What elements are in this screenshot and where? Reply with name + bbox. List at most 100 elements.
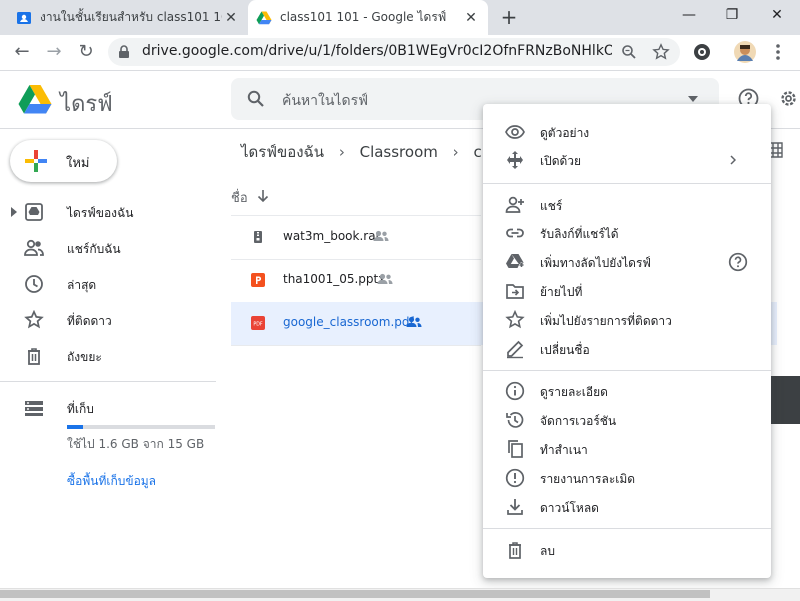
menu-item-label: รายงานการละเมิด	[540, 472, 636, 486]
search-options-caret-icon[interactable]	[688, 96, 698, 102]
menu-divider	[483, 528, 771, 529]
link-icon	[506, 228, 524, 238]
app-name[interactable]: ไดรฟ์	[60, 86, 113, 121]
eye-icon	[505, 125, 525, 139]
menu-item-label: ดูตัวอย่าง	[540, 126, 590, 140]
shared-icon	[24, 239, 44, 256]
maximize-button[interactable]: ❐	[707, 0, 757, 30]
browser-tab-classroom[interactable]: งานในชั้นเรียนสำหรับ class101 101 ✕	[8, 0, 248, 35]
star-icon	[24, 310, 44, 329]
back-button[interactable]: ←	[10, 40, 34, 64]
buy-storage-link[interactable]: ซื้อพื้นที่เก็บข้อมูล	[67, 472, 156, 491]
menu-item-delete[interactable]: ลบ	[483, 536, 771, 564]
search-input[interactable]: ค้นหาในไดรฟ์	[282, 90, 368, 112]
search-icon[interactable]	[247, 90, 265, 108]
menu-item-make-copy[interactable]: ทำสำเนา	[483, 435, 771, 463]
menu-item-report-abuse[interactable]: รายงานการละเมิด	[483, 464, 771, 492]
browser-menu-icon[interactable]	[773, 43, 783, 61]
menu-item-get-link[interactable]: รับลิงก์ที่แชร์ได้	[483, 219, 771, 247]
window-close-button[interactable]: ✕	[752, 0, 800, 30]
plus-icon	[25, 150, 47, 172]
menu-item-details[interactable]: ดูรายละเอียด	[483, 377, 771, 405]
storage-quota-bar	[67, 425, 215, 429]
extension-icon[interactable]	[693, 43, 711, 61]
menu-item-move-to[interactable]: ย้ายไปที่	[483, 277, 771, 305]
tab-close-icon[interactable]: ✕	[222, 10, 240, 26]
star-icon	[505, 310, 525, 329]
pptx-file-icon	[251, 273, 265, 287]
file-name: tha1001_05.pptx	[283, 272, 386, 286]
scrollbar-thumb[interactable]	[0, 590, 710, 598]
sidebar-item-storage[interactable]: ที่เก็บ	[0, 390, 216, 426]
sidebar-item-recent[interactable]: ล่าสุด	[0, 266, 216, 302]
classroom-favicon-icon	[17, 11, 31, 24]
sidebar-item-shared[interactable]: แชร์กับฉัน	[0, 230, 216, 266]
menu-item-open-with[interactable]: เปิดด้วย	[483, 146, 771, 174]
sidebar-item-my-drive[interactable]: ไดรฟ์ของฉัน	[0, 194, 216, 230]
settings-gear-icon[interactable]	[778, 88, 799, 109]
drive-favicon-icon	[256, 11, 272, 24]
menu-item-rename[interactable]: เปลี่ยนชื่อ	[483, 335, 771, 363]
menu-divider	[483, 183, 771, 184]
menu-item-label: เปิดด้วย	[540, 154, 582, 168]
menu-item-download[interactable]: ดาวน์โหลด	[483, 493, 771, 521]
tab-title: งานในชั้นเรียนสำหรับ class101 101	[40, 10, 222, 24]
breadcrumb-classroom[interactable]: Classroom	[360, 143, 438, 161]
pencil-icon	[507, 340, 524, 359]
column-header-name[interactable]: ชื่อ	[231, 187, 248, 208]
shared-people-icon	[373, 230, 389, 241]
report-icon	[505, 468, 525, 488]
file-name: wat3m_book.rar	[283, 229, 381, 243]
file-row[interactable]: tha1001_05.pptx	[231, 259, 481, 303]
breadcrumb-my-drive[interactable]: ไดรฟ์ของฉัน	[241, 143, 324, 161]
storage-label: ที่เก็บ	[67, 402, 94, 416]
profile-avatar[interactable]	[734, 41, 756, 63]
menu-item-label: ทำสำเนา	[540, 443, 588, 457]
bookmark-star-icon[interactable]	[652, 43, 670, 61]
menu-item-add-shortcut[interactable]: เพิ่มทางลัดไปยังไดรฟ์	[483, 248, 771, 276]
tab-title: class101 101 - Google ไดรฟ์	[280, 10, 447, 24]
file-row[interactable]: wat3m_book.rar	[231, 216, 481, 260]
new-button-label: ใหม่	[66, 156, 90, 171]
breadcrumb: ไดรฟ์ของฉัน › Classroom › c	[241, 140, 482, 164]
trash-icon	[509, 542, 521, 559]
file-name: google_classroom.pdf	[283, 315, 414, 329]
pdf-file-icon: PDF	[251, 316, 265, 330]
help-icon[interactable]	[728, 252, 748, 272]
menu-item-label: เพิ่มไปยังรายการที่ติดดาว	[540, 314, 672, 328]
menu-item-label: ลบ	[540, 544, 555, 558]
context-menu: ดูตัวอย่าง เปิดด้วย แชร์ รับลิงก์ที่แชร์…	[483, 104, 771, 578]
browser-tab-drive[interactable]: class101 101 - Google ไดรฟ์ ✕	[248, 0, 488, 35]
url-text[interactable]: drive.google.com/drive/u/1/folders/0B1WE…	[142, 43, 612, 59]
menu-item-add-star[interactable]: เพิ่มไปยังรายการที่ติดดาว	[483, 306, 771, 334]
breadcrumb-current[interactable]: c	[473, 143, 481, 161]
storage-quota-fill	[67, 425, 83, 429]
menu-item-label: เพิ่มทางลัดไปยังไดรฟ์	[540, 256, 651, 270]
menu-item-share[interactable]: แชร์	[483, 191, 771, 219]
menu-item-preview[interactable]: ดูตัวอย่าง	[483, 118, 771, 146]
sidebar-item-starred[interactable]: ที่ติดดาว	[0, 302, 216, 338]
sidebar-item-trash[interactable]: ถังขยะ	[0, 338, 216, 374]
info-icon	[505, 381, 525, 401]
zoom-icon[interactable]	[621, 44, 637, 60]
sidebar-item-label: ที่ติดดาว	[67, 314, 112, 328]
menu-item-label: แชร์	[540, 199, 563, 213]
sidebar-item-label: ล่าสุด	[67, 278, 97, 292]
forward-button[interactable]: →	[42, 40, 66, 64]
lock-icon[interactable]	[118, 45, 130, 59]
svg-text:PDF: PDF	[253, 322, 263, 328]
menu-item-manage-versions[interactable]: จัดการเวอร์ชัน	[483, 406, 771, 434]
drive-shortcut-icon	[506, 254, 524, 268]
new-tab-button[interactable]: +	[498, 6, 520, 28]
tab-close-icon[interactable]: ✕	[462, 10, 480, 26]
drive-logo-icon[interactable]	[18, 84, 52, 114]
breadcrumb-separator-icon: ›	[338, 143, 345, 161]
sidebar-item-label: ถังขยะ	[67, 350, 102, 364]
sidebar-item-label: แชร์กับฉัน	[67, 242, 121, 256]
move-to-icon	[506, 284, 524, 299]
menu-item-label: เปลี่ยนชื่อ	[540, 343, 590, 357]
reload-button[interactable]: ↻	[74, 40, 98, 64]
sort-arrow-down-icon[interactable]	[257, 189, 269, 203]
menu-item-label: ดูรายละเอียด	[540, 385, 608, 399]
file-row-selected[interactable]: PDF google_classroom.pdf	[231, 302, 481, 346]
